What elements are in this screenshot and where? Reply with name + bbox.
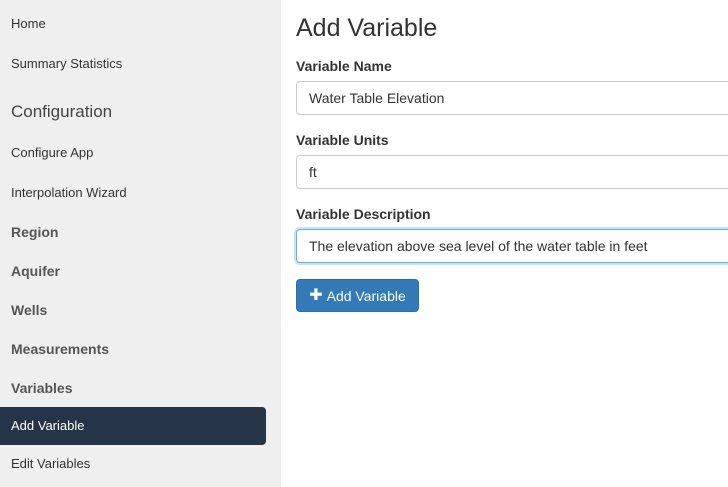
nav-item-add-variable-label: Add Variable bbox=[11, 418, 85, 433]
nav-link-summary-statistics[interactable]: Summary Statistics bbox=[11, 56, 122, 71]
nav-section-variables[interactable]: Variables bbox=[11, 380, 73, 396]
nav-link-interpolation-wizard[interactable]: Interpolation Wizard bbox=[11, 185, 127, 200]
variable-name-label: Variable Name bbox=[296, 58, 392, 74]
nav-item-edit-variables[interactable]: Edit Variables bbox=[11, 456, 90, 471]
sidebar: Home Summary Statistics Configuration Co… bbox=[0, 0, 281, 487]
nav-link-configure-app[interactable]: Configure App bbox=[11, 145, 93, 160]
add-variable-button-label: Add Variable bbox=[326, 287, 406, 304]
plus-icon: ✚ bbox=[309, 286, 323, 304]
variable-units-input[interactable] bbox=[296, 155, 728, 189]
variable-units-label: Variable Units bbox=[296, 132, 389, 148]
nav-section-aquifer[interactable]: Aquifer bbox=[11, 263, 60, 279]
page-title: Add Variable bbox=[296, 14, 438, 42]
nav-item-add-variable[interactable]: Add Variable bbox=[0, 407, 266, 445]
nav-section-measurements[interactable]: Measurements bbox=[11, 341, 109, 357]
nav-section-wells[interactable]: Wells bbox=[11, 302, 47, 318]
add-variable-button[interactable]: ✚ Add Variable bbox=[296, 279, 419, 312]
app-window: Home Summary Statistics Configuration Co… bbox=[0, 0, 728, 487]
nav-section-region[interactable]: Region bbox=[11, 224, 58, 240]
main-content: Add Variable Variable Name Variable Unit… bbox=[281, 0, 728, 487]
variable-description-label: Variable Description bbox=[296, 206, 431, 222]
variable-description-input[interactable] bbox=[296, 229, 728, 263]
nav-header-configuration: Configuration bbox=[11, 102, 113, 121]
nav-link-home[interactable]: Home bbox=[11, 16, 46, 31]
variable-name-input[interactable] bbox=[296, 81, 728, 115]
